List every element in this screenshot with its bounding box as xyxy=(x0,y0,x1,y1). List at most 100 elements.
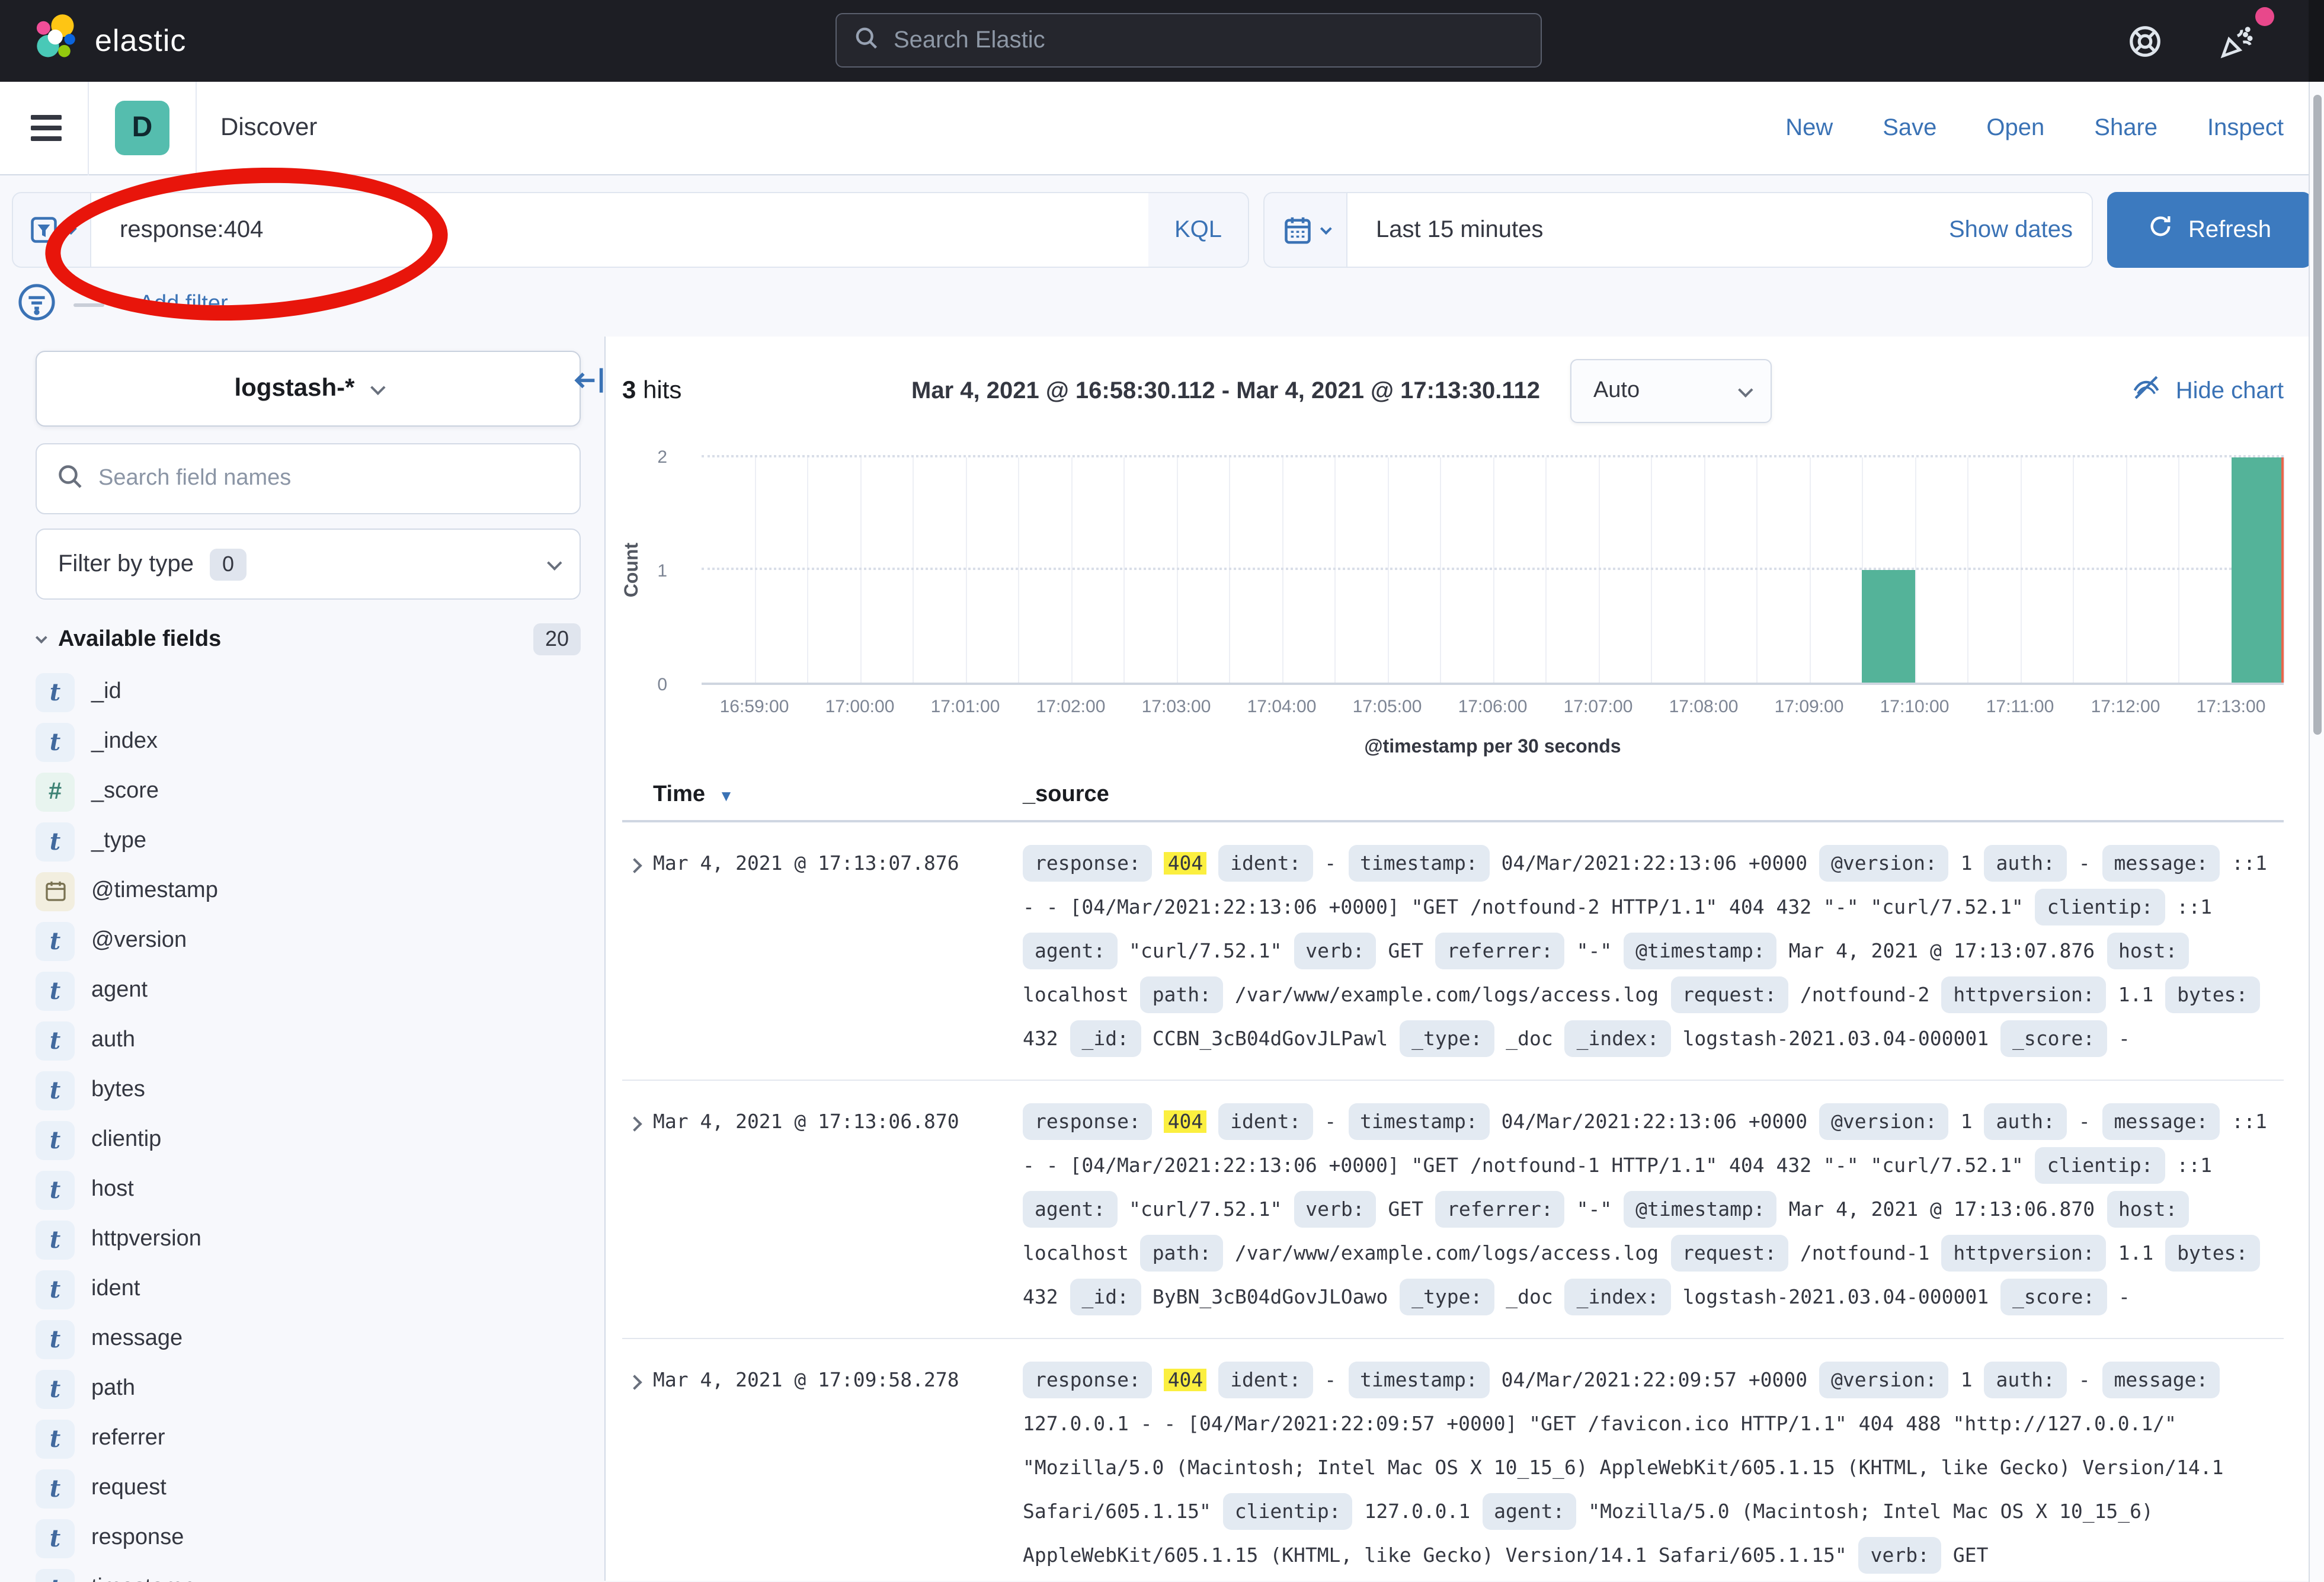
appbar-action-open[interactable]: Open xyxy=(1986,114,2044,142)
field-item-agent[interactable]: tagent xyxy=(36,966,581,1016)
help-button[interactable] xyxy=(2125,21,2165,61)
histogram-bar[interactable] xyxy=(1862,570,1915,683)
field-item-@timestamp[interactable]: @timestamp xyxy=(36,866,581,916)
discover-app: elastic xyxy=(0,0,2324,1582)
field-item-auth[interactable]: tauth xyxy=(36,1016,581,1065)
source-field-badge: response: xyxy=(1023,845,1153,882)
text-field-icon: t xyxy=(36,1071,75,1110)
field-name: _type xyxy=(91,828,146,854)
news-button[interactable] xyxy=(2217,21,2258,61)
chevron-right-icon xyxy=(627,1375,642,1389)
refresh-button[interactable]: Refresh xyxy=(2107,192,2312,268)
calendar-button[interactable] xyxy=(1265,193,1347,267)
show-dates-button[interactable]: Show dates xyxy=(1949,216,2073,244)
field-item-@version[interactable]: t@version xyxy=(36,916,581,966)
source-value: - xyxy=(2118,1027,2130,1050)
field-item-_id[interactable]: t_id xyxy=(36,667,581,717)
time-range-value[interactable]: Last 15 minutes xyxy=(1376,216,1543,244)
source-field-badge: _type: xyxy=(1400,1020,1494,1057)
source-field-badge: clientip: xyxy=(1223,1493,1353,1530)
appbar-action-inspect[interactable]: Inspect xyxy=(2207,114,2284,142)
expand-row-button[interactable] xyxy=(622,1100,653,1319)
menu-button[interactable] xyxy=(31,115,62,141)
expand-row-button[interactable] xyxy=(622,1358,653,1577)
scrollbar-dark-segment xyxy=(2309,0,2324,82)
field-item-bytes[interactable]: tbytes xyxy=(36,1065,581,1115)
source-field-badge: _score: xyxy=(2000,1279,2107,1315)
discover-app-badge[interactable]: D xyxy=(115,101,169,155)
source-value: /notfound-1 xyxy=(1800,1242,1930,1264)
saved-query-button[interactable] xyxy=(13,193,91,267)
x-axis-tick-label: 17:11:00 xyxy=(1986,697,2054,717)
add-filter-button[interactable]: + Add filter xyxy=(121,292,228,318)
global-search-input[interactable] xyxy=(894,27,1524,54)
scrollbar[interactable] xyxy=(2309,0,2324,1582)
field-item-referrer[interactable]: treferrer xyxy=(36,1414,581,1463)
table-row: Mar 4, 2021 @ 17:09:58.278response: 404 … xyxy=(622,1339,2284,1581)
field-item-_score[interactable]: #_score xyxy=(36,767,581,816)
appbar-action-share[interactable]: Share xyxy=(2094,114,2157,142)
vertical-gridline xyxy=(1598,457,1599,683)
field-item-_type[interactable]: t_type xyxy=(36,816,581,866)
text-field-icon: t xyxy=(36,1021,75,1060)
field-item-_index[interactable]: t_index xyxy=(36,717,581,767)
available-fields-header[interactable]: Available fields 20 xyxy=(36,623,581,655)
field-item-request[interactable]: trequest xyxy=(36,1463,581,1513)
source-field-badge: verb: xyxy=(1294,1191,1376,1228)
field-item-message[interactable]: tmessage xyxy=(36,1314,581,1364)
source-field-badge: agent: xyxy=(1482,1493,1576,1530)
filter-by-type-select[interactable]: Filter by type 0 xyxy=(36,529,581,600)
query-language-button[interactable]: KQL xyxy=(1148,193,1248,267)
text-field-icon: t xyxy=(36,1369,75,1408)
vertical-gridline xyxy=(807,457,808,683)
available-fields-label: Available fields xyxy=(58,626,221,652)
source-field-badge: agent: xyxy=(1023,1191,1117,1228)
source-value: 04/Mar/2021:22:13:06 +0000 xyxy=(1502,852,1808,875)
hits-number: 3 xyxy=(622,377,636,404)
time-column-header[interactable]: Time ▼ xyxy=(653,782,1009,808)
x-axis-tick-label: 17:12:00 xyxy=(2091,697,2160,717)
field-search[interactable] xyxy=(36,443,581,514)
source-field-badge: host: xyxy=(2107,1191,2189,1228)
field-item-timestamp[interactable]: ttimestamp xyxy=(36,1563,581,1582)
global-header: elastic xyxy=(0,0,2324,82)
appbar-action-save[interactable]: Save xyxy=(1883,114,1936,142)
histogram-bar[interactable] xyxy=(2231,457,2284,683)
source-value: - xyxy=(2118,1286,2130,1308)
field-item-ident[interactable]: tident xyxy=(36,1264,581,1314)
scrollbar-thumb[interactable] xyxy=(2313,95,2322,735)
collapse-sidebar-button[interactable] xyxy=(571,363,607,404)
query-input[interactable]: response:404 xyxy=(91,193,1148,267)
source-value: - xyxy=(1324,1369,1336,1391)
source-column-header: _source xyxy=(1023,782,2284,808)
source-value: GET xyxy=(1388,940,1423,962)
text-field-icon: t xyxy=(36,1469,75,1508)
field-item-path[interactable]: tpath xyxy=(36,1364,581,1414)
global-search[interactable] xyxy=(836,13,1542,68)
hide-chart-button[interactable]: Hide chart xyxy=(2131,372,2284,410)
field-item-response[interactable]: tresponse xyxy=(36,1513,581,1563)
expand-row-button[interactable] xyxy=(622,841,653,1061)
field-item-httpversion[interactable]: thttpversion xyxy=(36,1215,581,1264)
query-row: response:404 KQL Last 15 minutes Show da… xyxy=(12,192,2312,268)
chevron-right-icon xyxy=(627,858,642,873)
interval-select[interactable]: Auto xyxy=(1571,359,1772,423)
row-time: Mar 4, 2021 @ 17:13:06.870 xyxy=(653,1100,1009,1319)
index-pattern-select[interactable]: logstash-* xyxy=(36,351,581,427)
elastic-logo[interactable]: elastic xyxy=(31,13,186,69)
dash-decoration xyxy=(73,303,104,306)
text-field-icon: t xyxy=(36,1170,75,1209)
field-name: bytes xyxy=(91,1077,145,1103)
sort-desc-icon[interactable]: ▼ xyxy=(719,787,734,805)
filter-icon[interactable] xyxy=(17,281,57,328)
source-field-badge: @version: xyxy=(1819,1103,1949,1140)
vertical-gridline xyxy=(2073,457,2074,683)
field-item-clientip[interactable]: tclientip xyxy=(36,1115,581,1165)
field-item-host[interactable]: thost xyxy=(36,1165,581,1215)
y-axis-tick-label: 1 xyxy=(657,561,667,581)
appbar-action-new[interactable]: New xyxy=(1785,114,1833,142)
time-range-area[interactable]: Last 15 minutes Show dates xyxy=(1347,193,2092,267)
field-search-input[interactable] xyxy=(98,466,561,492)
chevron-down-icon xyxy=(1739,382,1753,396)
chevron-down-icon xyxy=(371,379,386,394)
